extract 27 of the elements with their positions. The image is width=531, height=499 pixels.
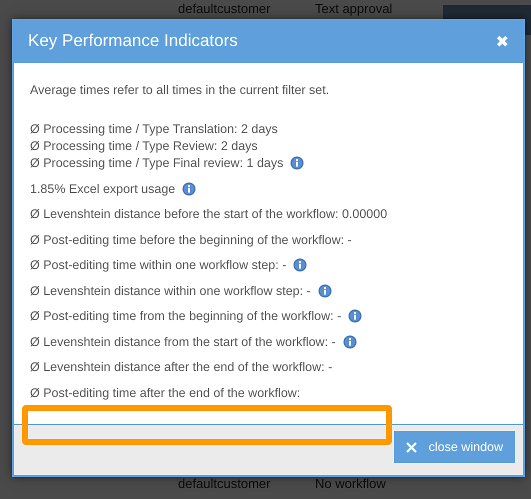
customer-cell-text: defaultcustomer [178, 477, 272, 491]
workflow-cell-text: Text approval [315, 2, 394, 16]
kpi-text: Ø Post-editing time from the beginning of the workflow: - [30, 309, 342, 323]
kpi-text: Ø Levenshtein distance from the start of the workflow: - [30, 334, 336, 348]
close-icon [406, 442, 417, 452]
kpi-text: Ø Processing time / Type Review: 2 days [30, 139, 258, 153]
close-window-button[interactable]: close window [394, 431, 515, 463]
workflow-cell-text: No workflow [315, 477, 387, 491]
kpi-text: Ø Post-editing time after the end of the workflow: [30, 386, 300, 400]
kpi-text: Ø Post-editing time before the beginning of the workflow: - [30, 232, 352, 246]
dialog-title: Key Performance Indicators [28, 31, 238, 51]
kpi-text: 1.85% Excel export usage [30, 182, 176, 196]
kpi-text: Ø Processing time / Type Final review: 1 days [30, 156, 284, 170]
info-icon[interactable] [348, 309, 362, 323]
kpi-text: Ø Levenshtein distance after the end of the workflow: - [30, 360, 332, 374]
kpi-text: Ø Levenshtein distance within one workflow step: - [30, 284, 311, 298]
kpi-text: Ø Post-editing time within one workflow step: - [30, 258, 286, 272]
info-icon[interactable] [182, 182, 196, 196]
info-icon[interactable] [293, 258, 308, 272]
info-icon[interactable] [342, 334, 357, 348]
kpi-text: Ø Levenshtein distance before the start of the workflow: 0.00000 [30, 207, 388, 221]
customer-cell-text: defaultcustomer [178, 2, 272, 16]
info-icon[interactable] [318, 284, 332, 298]
kpi-text: Ø Processing time / Type Translation: 2 days [30, 122, 278, 136]
close-button[interactable]: ✖ [496, 32, 509, 50]
kpi-text: Average times refer to all times in the current filter set. [30, 82, 330, 96]
info-icon[interactable] [290, 156, 304, 170]
